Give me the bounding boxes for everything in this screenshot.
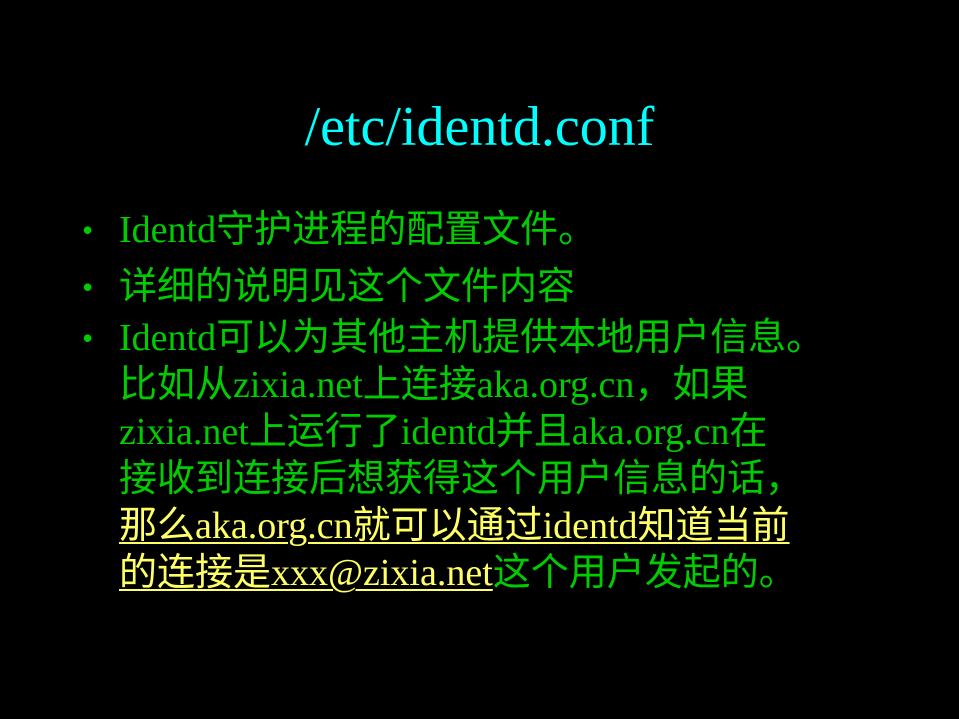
bullet-text-tail: 这个用户发起的。 [492,552,797,594]
bullet-dot: • [82,212,94,248]
bullet-item-3: • Identd可以为其他主机提供本地用户信息。 比如从zixia.net上连接… [82,315,922,597]
slide: /etc/identd.conf • Identd守护进程的配置文件。 • 详细… [0,0,959,719]
bullet-item-1: • Identd守护进程的配置文件。 [82,207,922,254]
bullet-dot: • [82,269,94,305]
slide-title: /etc/identd.conf [304,96,655,158]
highlighted-text: 那么aka.org.cn就可以通过identd知道当前 [119,505,790,547]
bullet-item-2: • 详细的说明见这个文件内容 [82,264,922,311]
highlighted-text: 的连接是xxx@zixia.net [119,552,493,594]
bullet-line: 比如从zixia.net上连接aka.org.cn，如果 [119,364,749,406]
bullet-text: Identd守护进程的配置文件。 [119,209,597,251]
bullet-text: 详细的说明见这个文件内容 [119,266,576,308]
bullet-line: Identd可以为其他主机提供本地用户信息。 [119,317,825,359]
bullet-line-final: 的连接是xxx@zixia.net这个用户发起的。 [119,550,922,597]
bullet-line: zixia.net上运行了identd并且aka.org.cn在 [119,411,768,453]
bullet-line-highlight: 那么aka.org.cn就可以通过identd知道当前 [119,503,922,550]
bullet-list: • Identd守护进程的配置文件。 • 详细的说明见这个文件内容 • Iden… [82,207,922,607]
bullet-dot: • [82,320,94,356]
bullet-line: 接收到连接后想获得这个用户信息的话， [119,458,804,500]
